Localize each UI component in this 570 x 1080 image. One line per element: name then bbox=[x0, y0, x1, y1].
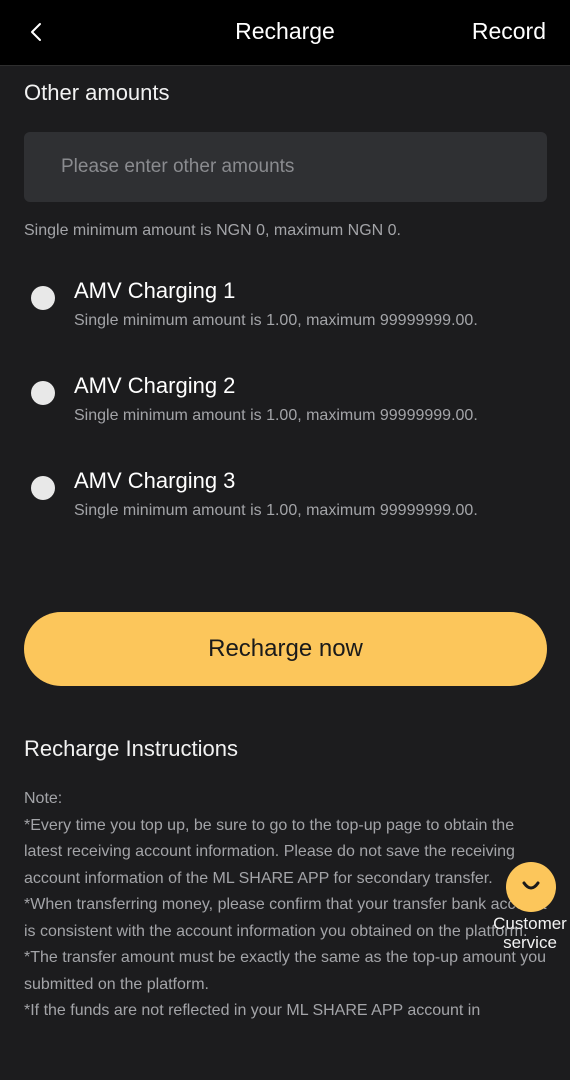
channel-option-1[interactable]: AMV Charging 1 Single minimum amount is … bbox=[0, 262, 570, 332]
top-app-bar: Recharge Record bbox=[0, 0, 570, 66]
recharge-now-button[interactable]: Recharge now bbox=[24, 612, 547, 686]
radio-button[interactable] bbox=[31, 381, 55, 405]
instructions-body: Note: *Every time you top up, be sure to… bbox=[24, 786, 552, 1025]
channel-limit: Single minimum amount is 1.00, maximum 9… bbox=[74, 502, 478, 519]
channel-name: AMV Charging 2 bbox=[74, 373, 236, 398]
channel-option-2[interactable]: AMV Charging 2 Single minimum amount is … bbox=[0, 357, 570, 427]
smile-chat-icon bbox=[522, 881, 540, 890]
recharge-content: Other amounts Single minimum amount is N… bbox=[0, 66, 570, 1080]
customer-service-button[interactable]: Customer service bbox=[490, 862, 570, 957]
instruction-line: Note: bbox=[24, 790, 63, 807]
channel-name: AMV Charging 1 bbox=[74, 278, 236, 303]
channel-limit: Single minimum amount is 1.00, maximum 9… bbox=[74, 407, 478, 424]
instruction-line: *The transfer amount must be exactly the… bbox=[24, 949, 547, 993]
other-amount-input[interactable] bbox=[24, 132, 547, 202]
channel-name: AMV Charging 3 bbox=[74, 468, 236, 493]
customer-service-label: Customer service bbox=[493, 914, 567, 952]
other-amounts-label: Other amounts bbox=[24, 80, 170, 105]
instructions-title: Recharge Instructions bbox=[24, 736, 238, 761]
radio-button[interactable] bbox=[31, 476, 55, 500]
channel-limit: Single minimum amount is 1.00, maximum 9… bbox=[74, 312, 478, 329]
instruction-line: *When transferring money, please confirm… bbox=[24, 896, 547, 940]
record-link[interactable]: Record bbox=[472, 18, 546, 45]
instruction-line: *If the funds are not reflected in your … bbox=[24, 1002, 481, 1019]
radio-button[interactable] bbox=[31, 286, 55, 310]
customer-service-bubble bbox=[506, 862, 556, 912]
channel-option-3[interactable]: AMV Charging 3 Single minimum amount is … bbox=[0, 452, 570, 522]
instruction-line: *Every time you top up, be sure to go to… bbox=[24, 816, 515, 887]
amount-limit-note: Single minimum amount is NGN 0, maximum … bbox=[24, 222, 401, 239]
